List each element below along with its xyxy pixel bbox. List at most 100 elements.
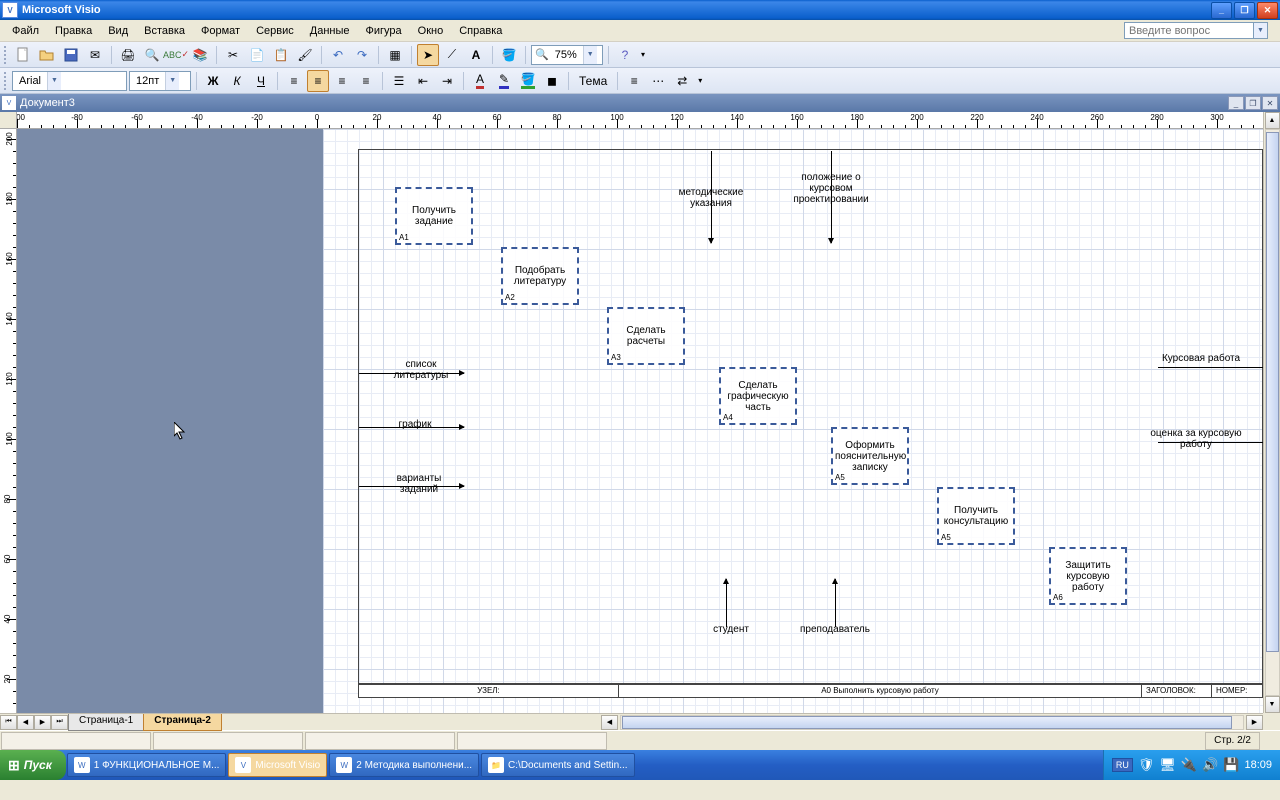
- clock[interactable]: 18:09: [1244, 759, 1272, 771]
- bullets-button[interactable]: ☰: [388, 70, 410, 92]
- menu-data[interactable]: Данные: [302, 23, 358, 39]
- taskbar-item-active[interactable]: VMicrosoft Visio: [228, 753, 327, 777]
- open-button[interactable]: [36, 44, 58, 66]
- fill-tool[interactable]: 🪣: [498, 44, 520, 66]
- ruler-corner[interactable]: [0, 112, 17, 129]
- line-ends-button[interactable]: ⇄: [671, 70, 693, 92]
- scroll-left-button[interactable]: ◀: [601, 715, 618, 730]
- format-painter-button[interactable]: 🖌: [294, 44, 316, 66]
- toolbar-handle[interactable]: [4, 46, 7, 64]
- menu-view[interactable]: Вид: [100, 23, 136, 39]
- theme-button[interactable]: Тема: [574, 70, 612, 92]
- toolbar-overflow[interactable]: ▾: [638, 44, 648, 66]
- start-button[interactable]: Пуск: [0, 750, 66, 780]
- preview-button[interactable]: 🔍: [141, 44, 163, 66]
- tab-next-button[interactable]: ▶: [34, 715, 51, 730]
- research-button[interactable]: 📚: [189, 44, 211, 66]
- node-a1[interactable]: Получить заданиеA1: [395, 187, 473, 245]
- pointer-tool[interactable]: ➤: [417, 44, 439, 66]
- text-tool[interactable]: A: [465, 44, 487, 66]
- save-button[interactable]: [60, 44, 82, 66]
- canvas[interactable]: методические указания положение о курсов…: [17, 129, 1263, 713]
- node-a2[interactable]: Подобрать литературуA2: [501, 247, 579, 305]
- restore-button[interactable]: ❐: [1234, 2, 1255, 19]
- align-left-button[interactable]: ≡: [283, 70, 305, 92]
- scroll-right-button[interactable]: ▶: [1246, 715, 1263, 730]
- line-color-button[interactable]: ✎: [493, 70, 515, 92]
- align-center-button[interactable]: ≡: [307, 70, 329, 92]
- language-indicator[interactable]: RU: [1112, 758, 1133, 772]
- toolbar-overflow[interactable]: ▾: [695, 70, 705, 92]
- frame-footer: УЗЕЛ: A0 Выполнить курсовую работу ЗАГОЛ…: [358, 684, 1263, 698]
- font-select[interactable]: Arial▼: [12, 71, 127, 91]
- italic-button[interactable]: К: [226, 70, 248, 92]
- help-button[interactable]: ?: [614, 44, 636, 66]
- page-tab-1[interactable]: Страница-1: [68, 714, 144, 731]
- tray-icon[interactable]: 🔌: [1181, 757, 1197, 773]
- tab-prev-button[interactable]: ◀: [17, 715, 34, 730]
- spellcheck-button[interactable]: ABC✓: [165, 44, 187, 66]
- taskbar-item[interactable]: 📁C:\Documents and Settin...: [481, 753, 635, 777]
- align-justify-button[interactable]: ≡: [355, 70, 377, 92]
- zoom-select[interactable]: 🔍 75%▼: [531, 45, 603, 65]
- line-pattern-button[interactable]: ⋯: [647, 70, 669, 92]
- shapes-window-button[interactable]: ▦: [384, 44, 406, 66]
- tab-first-button[interactable]: ⏮: [0, 715, 17, 730]
- redo-button[interactable]: ↷: [351, 44, 373, 66]
- taskbar-item[interactable]: W1 ФУНКЦИОНАЛЬНОЕ М...: [67, 753, 227, 777]
- horizontal-ruler[interactable]: -100-80-60-40-20020406080100120140160180…: [17, 112, 1263, 129]
- node-a4[interactable]: Сделать графическую частьA4: [719, 367, 797, 425]
- tab-last-button[interactable]: ⏭: [51, 715, 68, 730]
- menu-file[interactable]: Файл: [4, 23, 47, 39]
- doc-minimize-button[interactable]: _: [1228, 96, 1244, 110]
- close-button[interactable]: ✕: [1257, 2, 1278, 19]
- minimize-button[interactable]: _: [1211, 2, 1232, 19]
- connector-tool[interactable]: ⟋: [441, 44, 463, 66]
- size-select[interactable]: 12пт▼: [129, 71, 191, 91]
- tray-icon[interactable]: 🖥: [1159, 757, 1176, 773]
- paste-button[interactable]: 📋: [270, 44, 292, 66]
- tray-icon[interactable]: 🔊: [1202, 757, 1218, 773]
- menu-insert[interactable]: Вставка: [136, 23, 193, 39]
- undo-button[interactable]: ↶: [327, 44, 349, 66]
- scroll-up-button[interactable]: ▲: [1265, 112, 1280, 129]
- help-search-input[interactable]: [1124, 22, 1254, 39]
- menu-format[interactable]: Формат: [193, 23, 248, 39]
- bold-button[interactable]: Ж: [202, 70, 224, 92]
- node-a6[interactable]: Защитить курсовую работуA6: [1049, 547, 1127, 605]
- menu-window[interactable]: Окно: [410, 23, 452, 39]
- font-color-button[interactable]: A: [469, 70, 491, 92]
- align-right-button[interactable]: ≡: [331, 70, 353, 92]
- cut-button[interactable]: ✂: [222, 44, 244, 66]
- menu-help[interactable]: Справка: [451, 23, 510, 39]
- menu-shape[interactable]: Фигура: [358, 23, 410, 39]
- toolbar-handle[interactable]: [4, 72, 7, 90]
- node-a3[interactable]: Сделать расчетыA3: [607, 307, 685, 365]
- tray-icon[interactable]: 🛡: [1138, 757, 1155, 773]
- doc-close-button[interactable]: ✕: [1262, 96, 1278, 110]
- print-button[interactable]: 🖨: [117, 44, 139, 66]
- vertical-scrollbar[interactable]: ▲ ▼: [1263, 112, 1280, 713]
- indent-dec-button[interactable]: ⇤: [412, 70, 434, 92]
- copy-button[interactable]: 📄: [246, 44, 268, 66]
- menu-edit[interactable]: Правка: [47, 23, 100, 39]
- doc-restore-button[interactable]: ❐: [1245, 96, 1261, 110]
- node-a5b[interactable]: Получить консультациюA5: [937, 487, 1015, 545]
- line-weight-button[interactable]: ≡: [623, 70, 645, 92]
- taskbar-item[interactable]: W2 Методика выполнени...: [329, 753, 479, 777]
- horizontal-scrollbar[interactable]: ⏮ ◀ ▶ ⏭ Страница-1 Страница-2 ◀ ▶: [0, 713, 1263, 730]
- tray-icon[interactable]: 💾: [1223, 757, 1239, 773]
- node-a5[interactable]: Оформить пояснительную запискуA5: [831, 427, 909, 485]
- vertical-ruler[interactable]: 20018016014012010080604020: [0, 129, 17, 713]
- underline-button[interactable]: Ч: [250, 70, 272, 92]
- drawing-page[interactable]: методические указания положение о курсов…: [323, 129, 1263, 713]
- menu-tools[interactable]: Сервис: [248, 23, 302, 39]
- page-tab-2[interactable]: Страница-2: [143, 714, 222, 731]
- fill-color-button[interactable]: 🪣: [517, 70, 539, 92]
- shadow-button[interactable]: ◼: [541, 70, 563, 92]
- mail-button[interactable]: ✉: [84, 44, 106, 66]
- new-button[interactable]: [12, 44, 34, 66]
- scroll-down-button[interactable]: ▼: [1265, 696, 1280, 713]
- indent-inc-button[interactable]: ⇥: [436, 70, 458, 92]
- help-search-dropdown[interactable]: ▼: [1254, 22, 1268, 39]
